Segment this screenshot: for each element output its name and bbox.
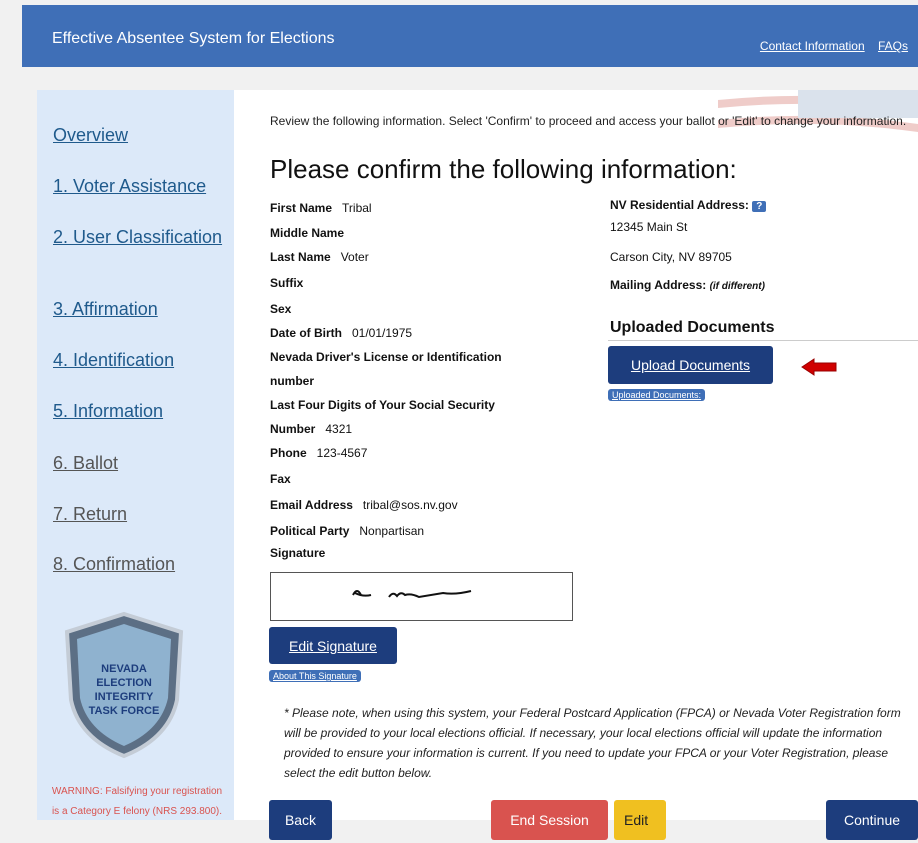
ssn-row: Last Four Digits of Your Social Security (270, 398, 495, 412)
badge-line-2: ELECTION (96, 677, 152, 689)
sex-row: Sex (270, 302, 291, 316)
badge-line-3: INTEGRITY (95, 691, 154, 703)
dob-row: Date of Birth 01/01/1975 (270, 326, 412, 340)
suffix-row: Suffix (270, 276, 303, 290)
email-row: Email Address tribal@sos.nv.gov (270, 498, 458, 512)
first-name-row: First Name Tribal (270, 201, 372, 215)
sex-label: Sex (270, 302, 292, 316)
falsification-warning: WARNING: Falsifying your registration is… (51, 786, 223, 817)
license-label-cont: number (270, 374, 315, 388)
red-arrow-icon (801, 358, 837, 376)
badge-line-1: NEVADA (101, 663, 147, 675)
intro-text: Review the following information. Select… (270, 114, 907, 128)
license-row: Nevada Driver's License or Identificatio… (270, 350, 502, 364)
license-row-cont: number (270, 374, 314, 388)
suffix-label: Suffix (270, 276, 304, 290)
dob-value: 01/01/1975 (352, 326, 413, 340)
signature-label: Signature (270, 546, 326, 560)
sidebar-item-overview[interactable]: Overview (53, 124, 128, 146)
last-name-value: Voter (340, 250, 369, 264)
middle-name-label: Middle Name (270, 226, 345, 240)
sidebar-item-confirmation[interactable]: 8. Confirmation (53, 553, 175, 575)
edit-signature-button[interactable]: Edit Signature (269, 627, 397, 664)
phone-value: 123-4567 (316, 446, 368, 460)
uploaded-documents-link[interactable]: Uploaded Documents: (608, 389, 706, 401)
sidebar-item-voter-assistance[interactable]: 1. Voter Assistance (53, 175, 206, 197)
badge-line-4: TASK FORCE (89, 705, 160, 717)
app-title: Effective Absentee System for Elections (52, 30, 335, 47)
upload-documents-button[interactable]: Upload Documents (608, 346, 773, 384)
license-label: Nevada Driver's License or Identificatio… (270, 350, 502, 364)
edit-button[interactable]: Edit (614, 800, 666, 840)
middle-name-row: Middle Name (270, 226, 344, 240)
documents-divider (608, 340, 918, 341)
address-line-1: 12345 Main St (610, 220, 688, 234)
party-value: Nonpartisan (359, 524, 425, 538)
end-session-button[interactable]: End Session (491, 800, 608, 840)
email-label: Email Address (270, 498, 353, 512)
continue-button[interactable]: Continue (826, 800, 918, 840)
sidebar-nav: Overview 1. Voter Assistance 2. User Cla… (37, 90, 234, 820)
sidebar-item-information[interactable]: 5. Information (53, 400, 163, 422)
contact-information-link[interactable]: Contact Information (760, 39, 865, 53)
fax-label: Fax (270, 472, 291, 486)
sidebar-item-affirmation[interactable]: 3. Affirmation (53, 298, 158, 320)
header-links: Contact Information FAQs (750, 39, 908, 53)
mailing-address-row: Mailing Address: (if different) (610, 278, 765, 292)
sidebar-item-user-classification[interactable]: 2. User Classification (53, 226, 223, 248)
back-button[interactable]: Back (269, 800, 332, 840)
fpca-note: * Please note, when using this system, y… (284, 706, 901, 780)
app-header: Effective Absentee System for Elections … (22, 5, 918, 67)
residential-address-row: NV Residential Address: ? (610, 198, 767, 212)
signature-box (270, 572, 573, 621)
sidebar-item-ballot[interactable]: 6. Ballot (53, 452, 118, 474)
mailing-address-note: (if different) (709, 281, 765, 292)
ssn-label-cont: Number (270, 422, 316, 436)
phone-row: Phone 123-4567 (270, 446, 367, 460)
last-name-row: Last Name Voter (270, 250, 369, 264)
ssn-row-cont: Number 4321 (270, 422, 352, 436)
ssn-value: 4321 (325, 422, 353, 436)
election-integrity-badge: NEVADA ELECTION INTEGRITY TASK FORCE (64, 611, 184, 759)
phone-label: Phone (270, 446, 307, 460)
uploaded-documents-heading: Uploaded Documents (610, 319, 775, 336)
page-title: Please confirm the following information… (270, 154, 737, 184)
last-name-label: Last Name (270, 250, 331, 264)
residential-address-label: NV Residential Address: (610, 198, 749, 212)
main-content: Review the following information. Select… (234, 90, 918, 840)
sidebar-item-identification[interactable]: 4. Identification (53, 349, 174, 371)
mailing-address-label: Mailing Address: (610, 278, 707, 292)
party-row: Political Party Nonpartisan (270, 524, 424, 538)
address-line-2: Carson City, NV 89705 (610, 250, 732, 264)
help-icon[interactable]: ? (752, 201, 767, 212)
signature-row: Signature (270, 546, 325, 560)
first-name-label: First Name (270, 201, 333, 215)
ssn-label: Last Four Digits of Your Social Security (270, 398, 495, 412)
party-label: Political Party (270, 524, 350, 538)
about-signature-link[interactable]: About This Signature (269, 670, 361, 682)
fax-row: Fax (270, 472, 291, 486)
faqs-link[interactable]: FAQs (878, 39, 908, 53)
sidebar-item-return[interactable]: 7. Return (53, 503, 127, 525)
first-name-value: Tribal (342, 201, 372, 215)
dob-label: Date of Birth (270, 326, 342, 340)
email-value: tribal@sos.nv.gov (362, 498, 458, 512)
signature-image (352, 590, 472, 599)
